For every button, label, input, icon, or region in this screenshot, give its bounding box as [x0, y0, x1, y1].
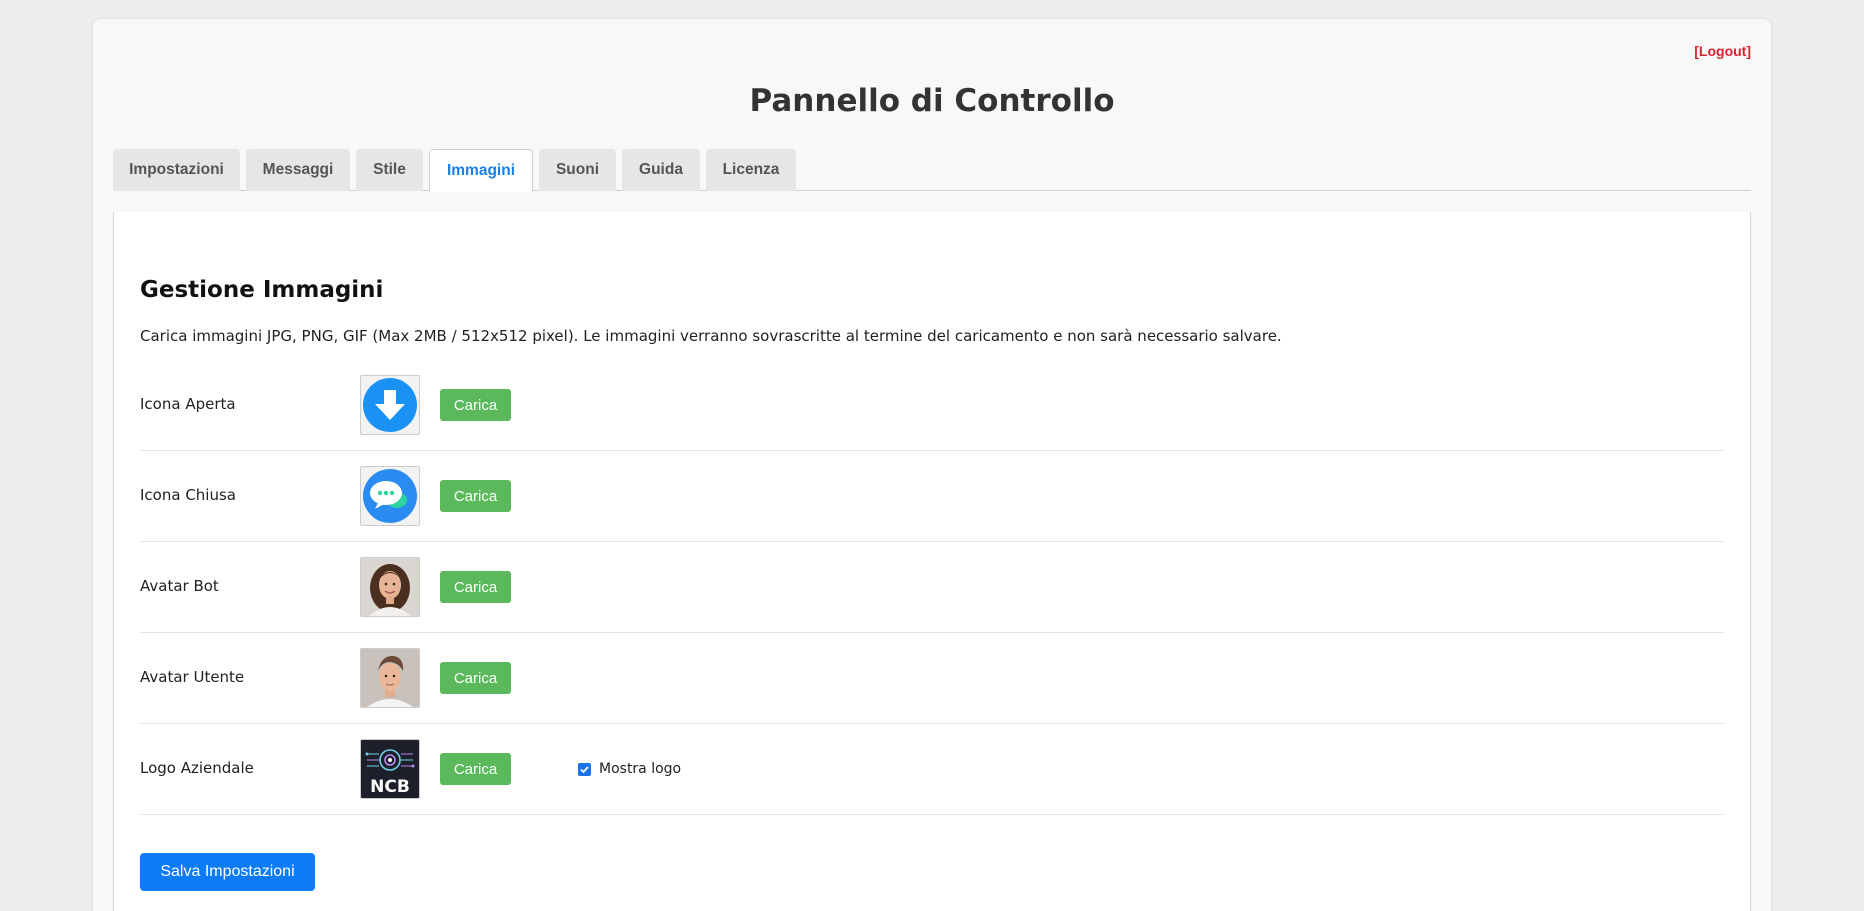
- show-logo-option[interactable]: Mostra logo: [578, 761, 681, 777]
- row-label: Avatar Bot: [140, 577, 219, 595]
- save-settings-button[interactable]: Salva Impostazioni: [140, 853, 315, 891]
- tab-guida[interactable]: Guida: [622, 149, 700, 191]
- woman-portrait: [361, 558, 419, 616]
- image-row-bot-avatar: Avatar Bot Carica: [140, 542, 1724, 633]
- row-label: Icona Aperta: [140, 395, 236, 413]
- images-tab-content: Gestione Immagini Carica immagini JPG, P…: [113, 212, 1751, 911]
- user-avatar-preview: [360, 648, 420, 708]
- row-label: Avatar Utente: [140, 668, 245, 686]
- upload-user-avatar-button[interactable]: Carica: [440, 662, 511, 694]
- tab-stile[interactable]: Stile: [356, 149, 423, 191]
- tab-bar: Impostazioni Messaggi Stile Immagini Suo…: [113, 149, 1751, 192]
- tab-messaggi[interactable]: Messaggi: [246, 149, 350, 191]
- tab-impostazioni[interactable]: Impostazioni: [113, 149, 240, 191]
- tab-immagini[interactable]: Immagini: [429, 149, 533, 192]
- closed-icon-preview: [360, 466, 420, 526]
- tab-licenza[interactable]: Licenza: [706, 149, 796, 191]
- upload-open-icon-button[interactable]: Carica: [440, 389, 511, 421]
- open-icon-preview: [360, 375, 420, 435]
- show-logo-checkbox[interactable]: [578, 762, 591, 776]
- ncb-logo-text: NCB: [370, 777, 410, 797]
- bot-avatar-preview: [360, 557, 420, 617]
- image-row-open-icon: Icona Aperta Carica: [140, 360, 1724, 451]
- page-title: Pannello di Controllo: [749, 83, 1115, 119]
- row-label: Logo Aziendale: [140, 759, 254, 777]
- image-row-company-logo: Logo Aziendale NCB Carica Mostra logo: [140, 724, 1724, 815]
- chat-bubble-icon: [361, 467, 419, 525]
- section-description: Carica immagini JPG, PNG, GIF (Max 2MB /…: [140, 327, 1282, 345]
- tab-suoni[interactable]: Suoni: [539, 149, 616, 191]
- company-logo-preview: NCB: [360, 739, 420, 799]
- image-row-closed-icon: Icona Chiusa Carica: [140, 451, 1724, 542]
- man-portrait: [361, 649, 419, 707]
- image-row-user-avatar: Avatar Utente Carica: [140, 633, 1724, 724]
- control-panel: [Logout] Pannello di Controllo Impostazi…: [93, 19, 1771, 911]
- checkmark-icon: [580, 765, 589, 773]
- logout-link[interactable]: [Logout]: [1694, 43, 1751, 59]
- upload-bot-avatar-button[interactable]: Carica: [440, 571, 511, 603]
- row-label: Icona Chiusa: [140, 486, 236, 504]
- upload-company-logo-button[interactable]: Carica: [440, 753, 511, 785]
- upload-closed-icon-button[interactable]: Carica: [440, 480, 511, 512]
- download-arrow-icon: [361, 376, 419, 434]
- section-title: Gestione Immagini: [140, 277, 384, 303]
- show-logo-label: Mostra logo: [599, 761, 682, 777]
- ncb-logo: NCB: [361, 740, 419, 798]
